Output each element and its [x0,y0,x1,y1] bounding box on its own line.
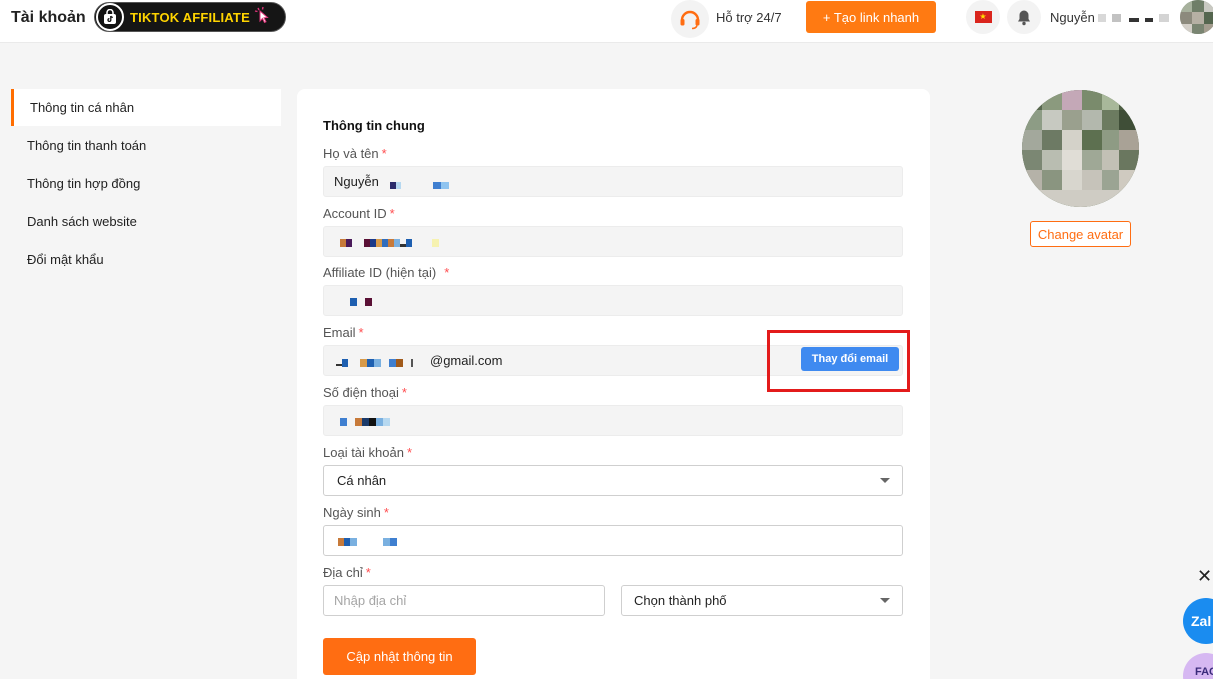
sidebar-item-label: Thông tin cá nhân [30,100,135,115]
full-name-field[interactable]: Nguyễn [323,166,903,197]
click-cursor-icon [254,6,272,29]
chevron-down-icon [880,598,890,603]
phone-label: Số điện thoại * [323,385,407,400]
sidebar-item-personal-info[interactable]: Thông tin cá nhân [11,89,281,126]
chevron-down-icon [880,478,890,483]
sidebar-item-label: Thông tin thanh toán [27,138,147,153]
header-avatar[interactable] [1180,0,1213,34]
sidebar-item-contract-info[interactable]: Thông tin hợp đồng [11,165,281,202]
account-sidebar: Thông tin cá nhân Thông tin thanh toán T… [11,89,281,279]
redacted-value [350,298,372,306]
notification-bell-icon[interactable] [1007,0,1041,34]
sidebar-item-label: Danh sách website [27,214,137,229]
personal-info-card: Thông tin chung Họ và tên * Nguyễn Accoun… [297,89,930,679]
phone-field [323,405,903,436]
tiktok-shop-icon [96,3,124,31]
sidebar-item-website-list[interactable]: Danh sách website [11,203,281,240]
full-name-value: Nguyễn [334,174,379,189]
create-quick-link-button[interactable]: + Tạo link nhanh [806,1,936,33]
affiliate-id-label: Affiliate ID (hiện tại) * [323,265,450,280]
vietnam-flag-icon: ★ [974,11,992,23]
full-name-label: Họ và tên * [323,146,387,161]
tiktok-affiliate-label: TIKTOK AFFILIATE [130,9,250,25]
redacted-value [340,418,390,426]
tiktok-affiliate-badge[interactable]: TIKTOK AFFILIATE [94,2,286,32]
account-id-label: Account ID * [323,206,395,221]
redacted-value [338,538,397,546]
email-value: @gmail.com [430,353,503,368]
account-type-select[interactable]: Cá nhân [323,465,903,496]
sidebar-item-label: Thông tin hợp đồng [27,176,141,191]
section-title: Thông tin chung [323,118,425,133]
top-header: Tài khoản TIKTOK AFFILIATE Hỗ trợ 24/7 +… [0,0,1213,43]
language-selector[interactable]: ★ [966,0,1000,34]
account-type-value: Cá nhân [337,473,387,488]
facebook-chat-button[interactable]: FAC [1183,653,1213,679]
user-name[interactable]: Nguyễn [1050,10,1095,25]
account-id-field [323,226,903,257]
zalo-chat-button[interactable]: Zal [1183,598,1213,644]
change-email-button[interactable]: Thay đổi email [801,347,899,371]
change-avatar-button[interactable]: Change avatar [1030,221,1131,247]
birthday-field[interactable] [323,525,903,556]
redacted-value [336,359,413,367]
sidebar-item-change-password[interactable]: Đổi mật khẩu [11,241,281,278]
birthday-label: Ngày sinh * [323,505,389,520]
sidebar-item-payment-info[interactable]: Thông tin thanh toán [11,127,281,164]
redacted-username [1098,14,1169,22]
page-title: Tài khoản [11,9,86,26]
update-info-button[interactable]: Cập nhật thông tin [323,638,476,675]
close-icon[interactable]: ✕ [1197,566,1212,587]
sidebar-item-label: Đổi mật khẩu [27,252,104,267]
address-input[interactable] [323,585,605,616]
profile-avatar [1022,90,1139,207]
affiliate-id-field [323,285,903,316]
email-label: Email * [323,325,364,340]
city-select[interactable]: Chọn thành phố [621,585,903,616]
redacted-value [390,182,449,189]
account-type-label: Loại tài khoản * [323,445,413,460]
redacted-value [340,239,439,247]
city-select-value: Chọn thành phố [634,593,727,608]
support-label[interactable]: Hỗ trợ 24/7 [716,10,782,25]
address-label: Địa chỉ * [323,565,371,580]
support-headset-icon[interactable] [671,0,709,38]
